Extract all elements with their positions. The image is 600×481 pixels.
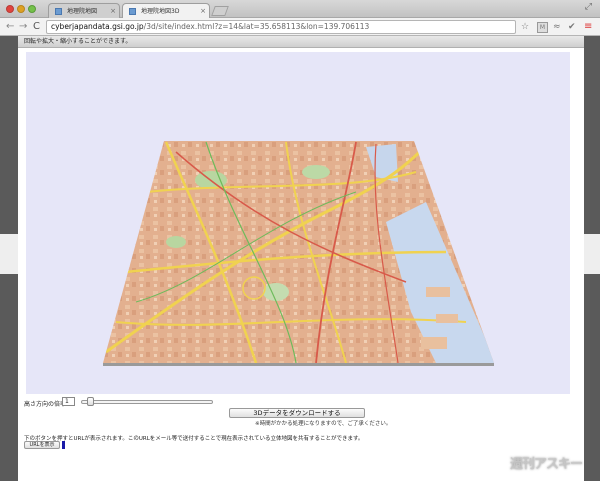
url-description: 下のボタンを押すとURLが表示されます。このURLをメール等で送付することで現在… xyxy=(24,436,364,442)
browser-toolbar: ← → C cyberjapandata.gsi.go.jp/3d/site/i… xyxy=(0,18,600,36)
show-url-button[interactable]: URLを表示 xyxy=(24,441,60,449)
background-window-edge xyxy=(0,234,18,274)
download-note: ※時間がかかる処理になりますので、ご了承ください。 xyxy=(255,421,392,427)
back-arrow-icon[interactable]: ← xyxy=(6,20,14,34)
new-tab-button[interactable] xyxy=(211,6,229,16)
browser-tab-1[interactable]: 地理院地図 × xyxy=(48,3,120,18)
browser-tab-2[interactable]: 地理院地図3D × xyxy=(122,3,210,18)
star-icon[interactable]: ☆ xyxy=(521,21,529,33)
height-scale-slider-thumb[interactable] xyxy=(87,397,95,406)
minimize-window-button[interactable] xyxy=(17,5,25,13)
tab-favicon-icon xyxy=(129,8,136,15)
harbor-pier xyxy=(426,287,450,297)
height-scale-input[interactable]: 1 xyxy=(62,397,75,406)
map-tile-edge xyxy=(103,363,494,366)
park-area xyxy=(263,283,289,301)
address-bar[interactable]: cyberjapandata.gsi.go.jp/3d/site/index.h… xyxy=(46,20,516,34)
hamburger-menu-icon[interactable]: ≡ xyxy=(584,21,592,33)
tab-favicon-icon xyxy=(55,8,62,15)
park-area xyxy=(166,236,186,248)
url-output-field[interactable] xyxy=(62,441,65,449)
park-area xyxy=(302,165,330,179)
harbor-pier xyxy=(421,337,447,349)
3d-map-canvas[interactable] xyxy=(26,52,570,394)
height-scale-slider[interactable] xyxy=(81,400,213,404)
tab-close-icon[interactable]: × xyxy=(110,4,116,18)
extension-m-icon[interactable]: M xyxy=(537,22,548,33)
page-header: 回転や拡大・縮小することができます。 xyxy=(18,36,584,48)
download-3d-data-button[interactable]: 3Dデータをダウンロードする xyxy=(229,408,365,418)
tab-close-icon[interactable]: × xyxy=(200,4,206,18)
web-page: 回転や拡大・縮小することができます。 高さ方向の倍率= 1 3Dデータをダウンロ… xyxy=(18,36,584,481)
background-window-edge xyxy=(584,234,600,274)
zoom-window-button[interactable] xyxy=(28,5,36,13)
close-window-button[interactable] xyxy=(6,5,14,13)
browser-titlebar: 地理院地図 × 地理院地図3D × ⤢ xyxy=(0,0,600,18)
tab-label: 地理院地図3D xyxy=(141,8,180,15)
watermark-logo: 週刊アスキー xyxy=(510,457,583,472)
reload-icon[interactable]: C xyxy=(33,20,40,34)
tab-label: 地理院地図 xyxy=(67,8,98,15)
3d-map-viewer[interactable] xyxy=(26,52,570,394)
extension-icon[interactable]: ≈ xyxy=(553,21,561,33)
viewer-controls: 高さ方向の倍率= 1 3Dデータをダウンロードする ※時間がかかる処理になります… xyxy=(24,396,578,476)
url-host: cyberjapandata.gsi.go.jp xyxy=(51,22,144,31)
forward-arrow-icon[interactable]: → xyxy=(19,20,27,34)
fullscreen-icon[interactable]: ⤢ xyxy=(585,2,592,12)
extension-check-icon[interactable]: ✔ xyxy=(568,21,576,33)
harbor-pier xyxy=(436,314,458,323)
url-path: /3d/site/index.html?z=14&lat=35.658113&l… xyxy=(143,22,370,31)
